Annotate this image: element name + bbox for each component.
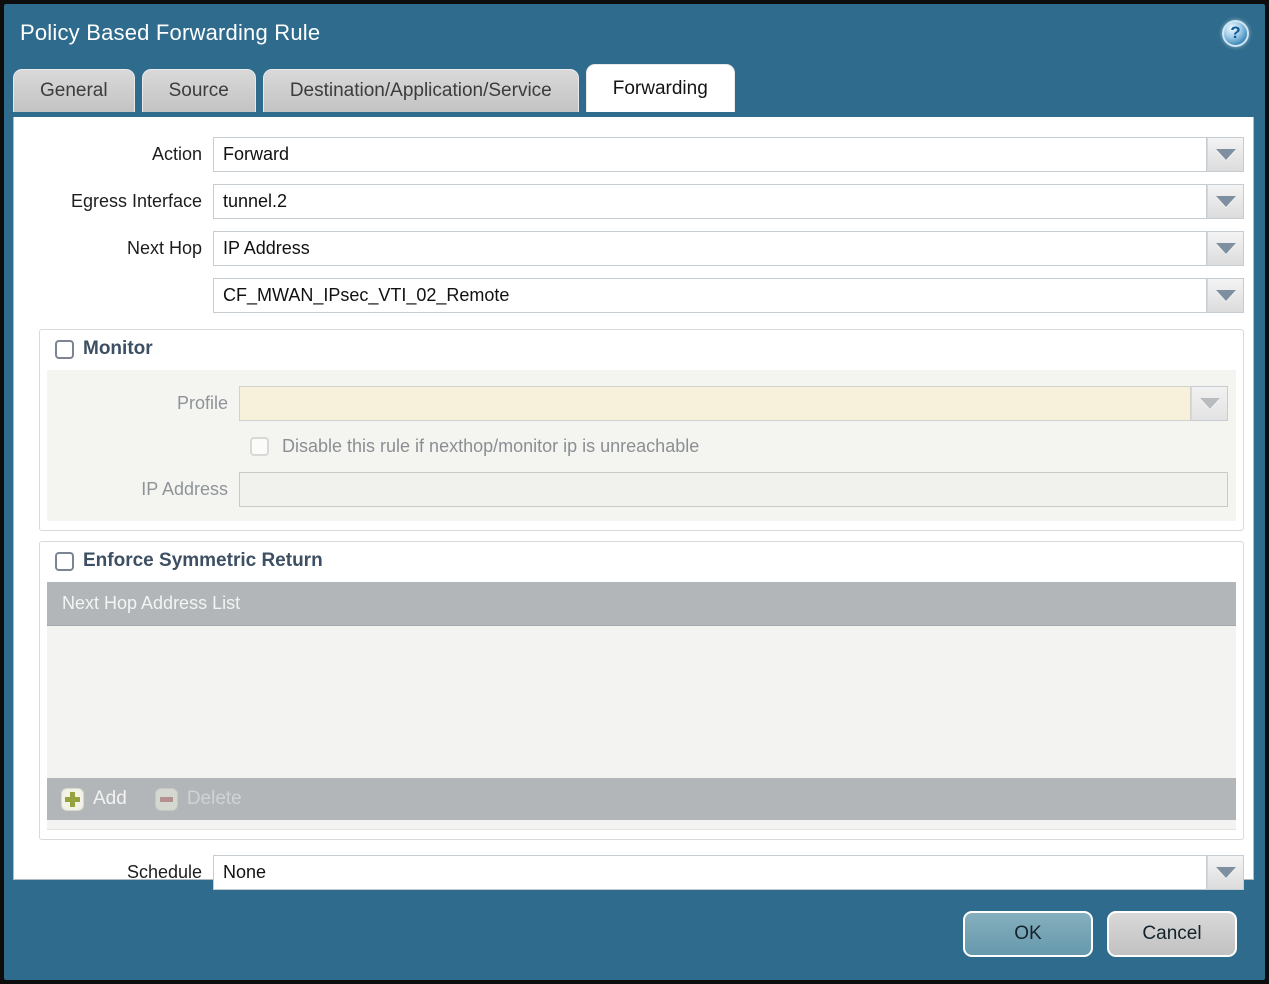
profile-dropdown-trigger xyxy=(1191,386,1228,421)
action-combo: Forward xyxy=(213,137,1244,172)
plus-icon xyxy=(61,787,84,811)
monitor-ip-address-label: IP Address xyxy=(141,479,228,499)
disable-rule-row: Disable this rule if nexthop/monitor ip … xyxy=(250,436,1236,457)
chevron-down-icon xyxy=(1215,867,1236,878)
ok-button[interactable]: OK xyxy=(963,911,1093,957)
profile-combo xyxy=(239,386,1228,421)
next-hop-address-combo: CF_MWAN_IPsec_VTI_02_Remote xyxy=(213,278,1244,313)
chevron-down-icon xyxy=(1215,290,1236,301)
monitor-group: Monitor Profile Disable this rule if nex… xyxy=(39,329,1244,531)
tab-general[interactable]: General xyxy=(13,69,135,112)
schedule-combo: None xyxy=(213,855,1244,890)
help-icon[interactable]: ? xyxy=(1222,19,1249,47)
cancel-button[interactable]: Cancel xyxy=(1107,911,1237,957)
action-input[interactable]: Forward xyxy=(213,137,1207,172)
next-hop-dropdown-trigger[interactable] xyxy=(1207,231,1244,266)
next-hop-address-list-grid: Next Hop Address List Add Delete xyxy=(47,582,1236,830)
schedule-row: Schedule None xyxy=(14,855,1244,890)
titlebar: Policy Based Forwarding Rule ? xyxy=(4,4,1265,62)
profile-input xyxy=(239,386,1191,421)
monitor-ip-address-input xyxy=(239,472,1228,507)
tab-forwarding[interactable]: Forwarding xyxy=(585,64,735,112)
schedule-label: Schedule xyxy=(126,862,202,882)
profile-label: Profile xyxy=(176,393,228,413)
symmetric-return-title: Enforce Symmetric Return xyxy=(83,550,323,571)
next-hop-address-dropdown-trigger[interactable] xyxy=(1207,278,1244,313)
chevron-down-icon xyxy=(1199,398,1220,409)
tab-source[interactable]: Source xyxy=(141,69,256,112)
schedule-dropdown-trigger[interactable] xyxy=(1207,855,1244,890)
delete-button-label: Delete xyxy=(186,788,242,809)
disable-rule-checkbox xyxy=(250,437,269,456)
next-hop-combo: IP Address xyxy=(213,231,1244,266)
grid-body-empty[interactable] xyxy=(47,626,1236,778)
delete-button: Delete xyxy=(154,787,242,811)
tab-bar: General Source Destination/Application/S… xyxy=(4,62,1265,112)
next-hop-address-row: CF_MWAN_IPsec_VTI_02_Remote xyxy=(14,278,1244,313)
action-row: Action Forward xyxy=(14,137,1244,172)
next-hop-input[interactable]: IP Address xyxy=(213,231,1207,266)
next-hop-address-input[interactable]: CF_MWAN_IPsec_VTI_02_Remote xyxy=(213,278,1207,313)
chevron-down-icon xyxy=(1215,196,1236,207)
egress-interface-label: Egress Interface xyxy=(70,191,202,211)
action-label: Action xyxy=(151,144,202,164)
chevron-down-icon xyxy=(1215,149,1236,160)
symmetric-return-group: Enforce Symmetric Return Next Hop Addres… xyxy=(39,541,1244,840)
dialog-window: Policy Based Forwarding Rule ? General S… xyxy=(0,0,1269,984)
add-button-label: Add xyxy=(93,788,127,809)
footer-buttons: OK Cancel xyxy=(963,911,1237,957)
add-button[interactable]: Add xyxy=(61,787,127,811)
egress-interface-combo: tunnel.2 xyxy=(213,184,1244,219)
symmetric-return-legend: Enforce Symmetric Return xyxy=(49,550,1236,572)
monitor-panel: Profile Disable this rule if nexthop/mon… xyxy=(47,370,1236,521)
grid-bottom-strip xyxy=(47,820,1236,829)
profile-row: Profile xyxy=(47,386,1236,421)
monitor-checkbox[interactable] xyxy=(55,339,74,359)
monitor-title: Monitor xyxy=(83,338,153,359)
monitor-ip-address-row: IP Address xyxy=(47,472,1236,507)
symmetric-return-checkbox[interactable] xyxy=(55,551,74,571)
egress-interface-row: Egress Interface tunnel.2 xyxy=(14,184,1244,219)
schedule-input[interactable]: None xyxy=(213,855,1207,890)
egress-interface-dropdown-trigger[interactable] xyxy=(1207,184,1244,219)
monitor-legend: Monitor xyxy=(49,338,1236,360)
action-dropdown-trigger[interactable] xyxy=(1207,137,1244,172)
next-hop-row: Next Hop IP Address xyxy=(14,231,1244,266)
chevron-down-icon xyxy=(1215,243,1236,254)
tab-destination-application-service[interactable]: Destination/Application/Service xyxy=(262,69,579,112)
grid-toolbar: Add Delete xyxy=(47,778,1236,820)
disable-rule-label: Disable this rule if nexthop/monitor ip … xyxy=(282,436,700,456)
tab-content-forwarding: Action Forward Egress Interface tunnel.2 xyxy=(13,117,1254,890)
egress-interface-input[interactable]: tunnel.2 xyxy=(213,184,1207,219)
dialog-background: Policy Based Forwarding Rule ? General S… xyxy=(4,4,1265,980)
minus-icon xyxy=(154,787,178,811)
dialog-title: Policy Based Forwarding Rule xyxy=(20,20,321,45)
next-hop-label: Next Hop xyxy=(126,238,202,258)
grid-column-header: Next Hop Address List xyxy=(47,582,1236,626)
